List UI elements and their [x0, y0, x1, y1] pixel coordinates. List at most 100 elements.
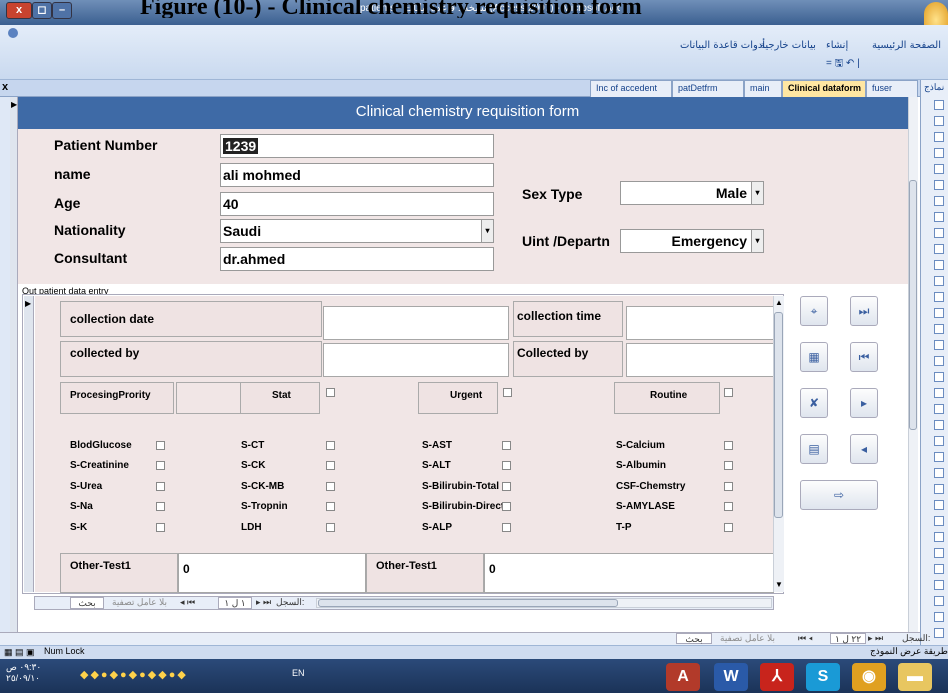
test-checkbox[interactable] — [156, 441, 165, 450]
collected-by-field-2[interactable] — [626, 343, 774, 377]
test-checkbox[interactable] — [326, 523, 335, 532]
chrome-taskbar-icon[interactable]: ◉ — [852, 663, 886, 691]
sex-type-dropdown-icon[interactable]: ▾ — [751, 182, 763, 204]
test-checkbox[interactable] — [326, 441, 335, 450]
unit-department-dropdown-icon[interactable]: ▾ — [751, 230, 763, 252]
tab-main[interactable]: main — [744, 80, 782, 97]
form-object-icon[interactable] — [934, 228, 944, 238]
consultant-field[interactable]: dr.ahmed — [220, 247, 494, 271]
form-object-icon[interactable] — [934, 468, 944, 478]
subform-record-selector[interactable] — [24, 296, 34, 592]
collection-date-field[interactable] — [323, 306, 509, 340]
form-object-icon[interactable] — [934, 564, 944, 574]
scroll-up-icon[interactable]: ▲ — [775, 298, 783, 307]
form-object-icon[interactable] — [934, 100, 944, 110]
test-checkbox[interactable] — [502, 461, 511, 470]
subform-nav-next-arrows[interactable]: ▸ ⏭ — [256, 597, 271, 608]
help-icon[interactable] — [8, 28, 18, 38]
form-record-counter[interactable]: ٢٢ ل ١ — [830, 633, 866, 644]
form-object-icon[interactable] — [934, 356, 944, 366]
form-filter-indicator[interactable]: بلا عامل تصفية — [720, 633, 775, 644]
form-object-icon[interactable] — [934, 580, 944, 590]
tab-fuser[interactable]: fuser — [866, 80, 918, 97]
form-object-icon[interactable] — [934, 116, 944, 126]
subform-search-box[interactable]: بحث — [70, 597, 104, 609]
unit-department-combo[interactable]: Emergency ▾ — [620, 229, 764, 253]
form-object-icon[interactable] — [934, 324, 944, 334]
patient-number-field[interactable]: 1239 — [220, 134, 494, 158]
collected-by-field-1[interactable] — [323, 343, 509, 377]
urgent-checkbox[interactable] — [503, 388, 512, 397]
ribbon-tab-external-data[interactable]: بيانات خارجية — [760, 40, 816, 51]
form-object-icon[interactable] — [934, 548, 944, 558]
age-field[interactable]: 40 — [220, 192, 494, 216]
form-search-box[interactable]: بحث — [676, 633, 712, 644]
other-test-2-field[interactable]: 0 — [484, 553, 774, 593]
other-test-1-field[interactable]: 0 — [178, 553, 366, 593]
tab-clinical-dataform[interactable]: Clinical dataform — [782, 80, 866, 97]
test-checkbox[interactable] — [502, 502, 511, 511]
form-object-icon[interactable] — [934, 596, 944, 606]
test-checkbox[interactable] — [724, 441, 733, 450]
test-checkbox[interactable] — [724, 523, 733, 532]
test-checkbox[interactable] — [724, 482, 733, 491]
form-object-icon[interactable] — [934, 452, 944, 462]
form-object-icon[interactable] — [934, 436, 944, 446]
form-object-icon[interactable] — [934, 500, 944, 510]
stat-checkbox[interactable] — [326, 388, 335, 397]
last-record-button[interactable]: ⏭ — [850, 296, 878, 326]
first-record-button[interactable]: ⏮ — [850, 342, 878, 372]
nationality-dropdown-icon[interactable]: ▾ — [481, 220, 493, 242]
form-object-icon[interactable] — [934, 612, 944, 622]
form-object-icon[interactable] — [934, 164, 944, 174]
skype-taskbar-icon[interactable]: S — [806, 663, 840, 691]
close-tab-icon[interactable]: x — [2, 81, 8, 93]
save-record-button[interactable]: ▦ — [800, 342, 828, 372]
form-object-icon[interactable] — [934, 260, 944, 270]
test-checkbox[interactable] — [156, 523, 165, 532]
form-object-icon[interactable] — [934, 484, 944, 494]
subform-record-counter[interactable]: ١ ل ١ — [218, 597, 252, 609]
ribbon-tab-create[interactable]: إنشاء — [826, 40, 848, 51]
quick-access-toolbar[interactable]: = 🖫 ↶ | — [826, 56, 860, 73]
routine-checkbox[interactable] — [724, 388, 733, 397]
form-object-icon[interactable] — [934, 292, 944, 302]
system-tray-icons[interactable]: ◆◆●◆●◆●◆◆●◆ — [80, 668, 188, 681]
maximize-button[interactable]: ◻ — [32, 2, 52, 19]
test-checkbox[interactable] — [502, 441, 511, 450]
form-object-icon[interactable] — [934, 404, 944, 414]
form-object-icon[interactable] — [934, 196, 944, 206]
test-checkbox[interactable] — [156, 482, 165, 491]
name-field[interactable]: ali mohmed — [220, 163, 494, 187]
test-checkbox[interactable] — [326, 461, 335, 470]
sex-type-combo[interactable]: Male ▾ — [620, 181, 764, 205]
test-checkbox[interactable] — [326, 502, 335, 511]
form-object-icon[interactable] — [934, 420, 944, 430]
subform-nav-arrows[interactable]: ◂ ⏮ — [180, 597, 195, 608]
explorer-taskbar-icon[interactable]: ▬ — [898, 663, 932, 691]
test-checkbox[interactable] — [326, 482, 335, 491]
find-record-button[interactable]: ⌖ — [800, 296, 828, 326]
previous-record-button[interactable]: ◂ — [850, 434, 878, 464]
subform-hscroll-thumb[interactable] — [318, 599, 618, 607]
test-checkbox[interactable] — [502, 482, 511, 491]
form-nav-next-arrows[interactable]: ▸ ⏭ — [868, 633, 883, 644]
view-switcher-icons[interactable]: ▦ ▤ ▣ — [4, 647, 35, 658]
test-checkbox[interactable] — [156, 461, 165, 470]
form-object-icon[interactable] — [934, 132, 944, 142]
test-checkbox[interactable] — [502, 523, 511, 532]
scroll-down-icon[interactable]: ▼ — [775, 580, 783, 589]
form-nav-arrows[interactable]: ⏮ ◂ — [798, 633, 813, 644]
delete-record-button[interactable]: ✘ — [800, 388, 828, 418]
form-object-icon[interactable] — [934, 244, 944, 254]
form-object-icon[interactable] — [934, 532, 944, 542]
test-checkbox[interactable] — [724, 461, 733, 470]
subform-scroll-thumb[interactable] — [774, 312, 783, 518]
form-object-icon[interactable] — [934, 628, 944, 638]
ribbon-tab-home[interactable]: الصفحة الرئيسية — [872, 40, 941, 51]
test-checkbox[interactable] — [156, 502, 165, 511]
tab-inc-of-accedent[interactable]: Inc of accedent — [590, 80, 672, 97]
form-scroll-thumb[interactable] — [909, 180, 917, 430]
form-object-icon[interactable] — [934, 308, 944, 318]
close-button[interactable]: x — [6, 2, 32, 19]
